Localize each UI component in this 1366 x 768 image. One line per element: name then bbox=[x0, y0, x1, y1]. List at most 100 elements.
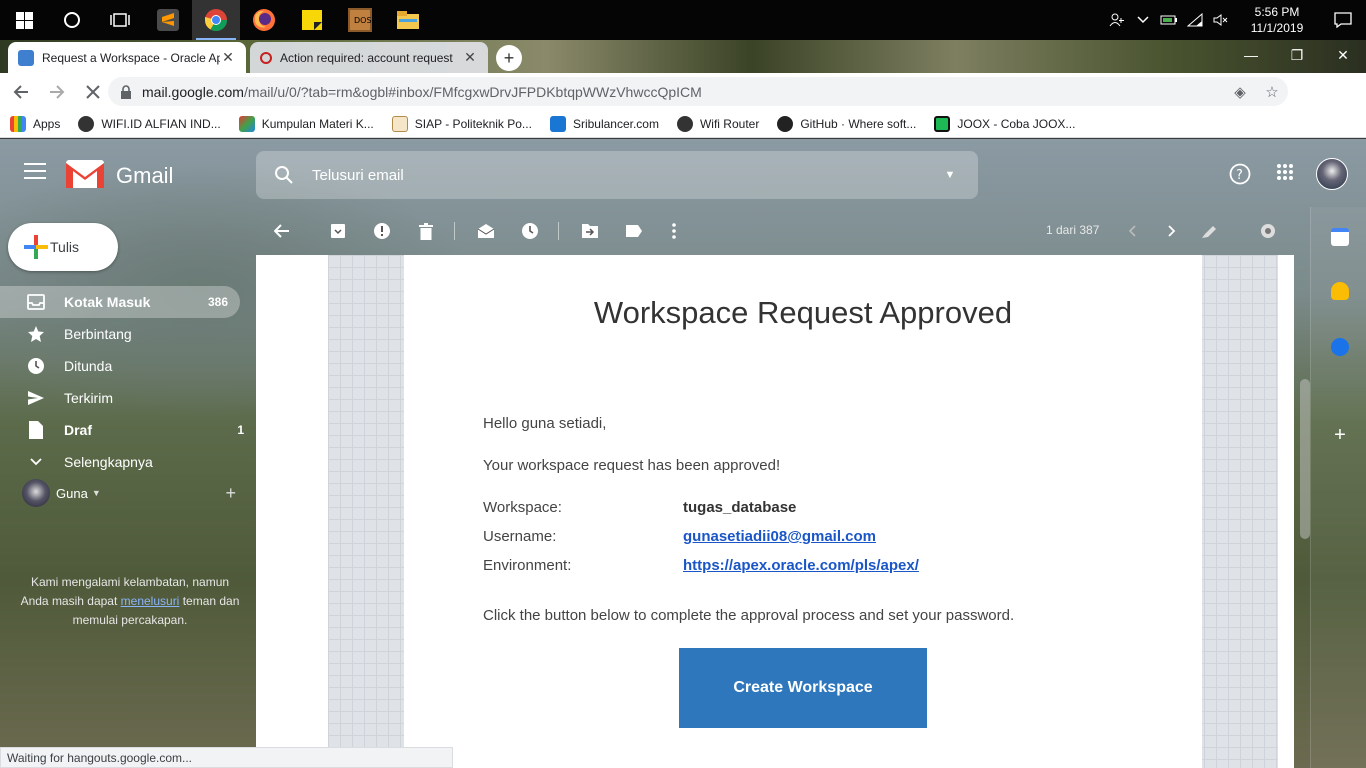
tab-oracle-request[interactable]: Request a Workspace - Oracle Ap ✕ bbox=[8, 42, 246, 73]
nav-starred[interactable]: Berbintang bbox=[0, 318, 256, 350]
windows-start-icon[interactable] bbox=[0, 0, 48, 40]
message-pager: 1 dari 387 bbox=[1046, 223, 1100, 237]
email-instruction: Click the button below to complete the a… bbox=[483, 607, 1015, 624]
clock-time: 5:56 PM bbox=[1254, 5, 1300, 19]
hangouts-user-row[interactable]: Guna ▼ + bbox=[22, 479, 252, 507]
username-email-link[interactable]: gunasetiadii08@gmail.com bbox=[683, 528, 876, 545]
minimize-icon[interactable]: — bbox=[1228, 40, 1274, 70]
hangouts-browse-link[interactable]: menelusuri bbox=[121, 594, 180, 608]
bookmark-sribulancer[interactable]: Sribulancer.com bbox=[549, 115, 659, 132]
label-tag-icon[interactable] bbox=[624, 221, 644, 241]
dosbox-icon[interactable]: DOS bbox=[336, 0, 384, 40]
bookmark-label: Wifi Router bbox=[699, 116, 760, 131]
wifi-icon[interactable] bbox=[1182, 0, 1208, 40]
bookmark-label: WIFI.ID ALFIAN IND... bbox=[101, 116, 221, 131]
bookmark-github[interactable]: GitHub · Where soft... bbox=[777, 115, 916, 132]
new-chat-plus-icon[interactable]: + bbox=[225, 483, 236, 504]
bookmark-label: SIAP - Politeknik Po... bbox=[414, 116, 532, 131]
new-tab-button[interactable]: + bbox=[496, 45, 522, 71]
archive-icon[interactable] bbox=[328, 221, 348, 241]
tasks-icon[interactable] bbox=[1331, 338, 1349, 356]
close-tab-icon[interactable]: ✕ bbox=[462, 49, 478, 66]
mail-nav: Kotak Masuk 386 Berbintang Ditunda Terki… bbox=[0, 286, 256, 478]
oracle-apex-favicon-icon bbox=[18, 49, 34, 66]
report-spam-icon[interactable] bbox=[372, 221, 392, 241]
restore-icon[interactable]: ❐ bbox=[1274, 40, 1320, 70]
calendar-icon[interactable] bbox=[1331, 228, 1349, 246]
nav-sent[interactable]: Terkirim bbox=[0, 382, 256, 414]
hangouts-caret-icon[interactable]: ▼ bbox=[92, 488, 101, 498]
people-icon[interactable] bbox=[1104, 0, 1130, 40]
account-avatar[interactable] bbox=[1316, 158, 1348, 190]
search-options-caret-icon[interactable]: ▼ bbox=[922, 169, 978, 181]
bookmark-star-icon[interactable]: ☆ bbox=[1256, 83, 1288, 101]
stop-loading-icon[interactable] bbox=[78, 77, 108, 107]
compose-button[interactable]: Tulis bbox=[8, 223, 118, 271]
username-row: Username: gunasetiadii08@gmail.com bbox=[483, 528, 876, 545]
chrome-icon[interactable] bbox=[192, 0, 240, 40]
system-clock[interactable]: 5:56 PM 11/1/2019 bbox=[1234, 4, 1320, 36]
username-label: Username: bbox=[483, 528, 557, 545]
forward-arrow-icon[interactable] bbox=[42, 77, 72, 107]
browser-status-bar: Waiting for hangouts.google.com... bbox=[0, 747, 453, 768]
action-center-icon[interactable] bbox=[1320, 0, 1366, 40]
help-icon[interactable]: ? bbox=[1229, 163, 1251, 188]
nav-more[interactable]: Selengkapnya bbox=[0, 446, 256, 478]
apps-grid-icon bbox=[10, 115, 26, 132]
close-window-icon[interactable]: ✕ bbox=[1320, 40, 1366, 70]
move-to-icon[interactable] bbox=[580, 221, 600, 241]
google-apps-icon[interactable] bbox=[1276, 163, 1294, 184]
bookmark-siap[interactable]: SIAP - Politeknik Po... bbox=[391, 115, 532, 132]
sublime-text-icon[interactable] bbox=[144, 0, 192, 40]
battery-icon[interactable] bbox=[1156, 0, 1182, 40]
get-addons-plus-icon[interactable]: + bbox=[1331, 425, 1349, 445]
older-chevron-right-icon[interactable] bbox=[1162, 221, 1182, 241]
snooze-clock-icon[interactable] bbox=[520, 221, 540, 241]
nav-drafts[interactable]: Draf 1 bbox=[0, 414, 256, 446]
address-bar[interactable]: mail.google.com/mail/u/0/?tab=rm&ogbl#in… bbox=[108, 77, 1288, 106]
main-menu-icon[interactable] bbox=[24, 163, 46, 184]
bookmark-wifi-id[interactable]: WIFI.ID ALFIAN IND... bbox=[78, 115, 221, 132]
mail-search-bar[interactable]: Telusuri email ▼ bbox=[256, 151, 978, 199]
firefox-icon[interactable] bbox=[240, 0, 288, 40]
task-view-icon[interactable] bbox=[96, 0, 144, 40]
delete-trash-icon[interactable] bbox=[416, 221, 436, 241]
cortana-search-icon[interactable] bbox=[48, 0, 96, 40]
file-explorer-icon[interactable] bbox=[384, 0, 432, 40]
back-arrow-icon[interactable] bbox=[6, 77, 36, 107]
search-input[interactable]: Telusuri email bbox=[312, 167, 922, 184]
back-to-inbox-icon[interactable] bbox=[272, 221, 292, 241]
bookmark-label: Kumpulan Materi K... bbox=[261, 116, 374, 131]
draft-file-icon bbox=[26, 421, 46, 439]
more-options-icon[interactable] bbox=[664, 221, 684, 241]
extension-diamond-icon[interactable]: ◈ bbox=[1224, 83, 1256, 101]
tab-gmail-action-required[interactable]: Action required: account request ✕ bbox=[250, 42, 488, 73]
sticky-notes-icon[interactable] bbox=[288, 0, 336, 40]
bookmark-joox[interactable]: JOOX - Coba JOOX... bbox=[934, 115, 1075, 132]
environment-url-link[interactable]: https://apex.oracle.com/pls/apex/ bbox=[683, 557, 919, 574]
nav-inbox[interactable]: Kotak Masuk 386 bbox=[0, 286, 240, 318]
nav-label: Berbintang bbox=[64, 326, 132, 342]
nav-label: Ditunda bbox=[64, 358, 113, 374]
message-toolbar: 1 dari 387 bbox=[256, 214, 1310, 248]
search-icon[interactable] bbox=[256, 165, 312, 185]
volume-muted-icon[interactable] bbox=[1208, 0, 1234, 40]
settings-gear-icon[interactable] bbox=[1258, 221, 1278, 241]
input-tools-pen-icon[interactable] bbox=[1200, 221, 1220, 241]
create-workspace-button[interactable]: Create Workspace bbox=[679, 648, 927, 728]
star-icon bbox=[26, 325, 46, 343]
address-url: mail.google.com/mail/u/0/?tab=rm&ogbl#in… bbox=[142, 84, 702, 100]
chevron-up-icon[interactable] bbox=[1130, 0, 1156, 40]
siap-favicon-icon bbox=[391, 115, 408, 132]
mark-unread-icon[interactable] bbox=[476, 221, 496, 241]
browser-toolbar: mail.google.com/mail/u/0/?tab=rm&ogbl#in… bbox=[0, 73, 1366, 175]
close-tab-icon[interactable]: ✕ bbox=[220, 49, 236, 66]
gmail-app: Gmail Telusuri email ▼ ? Tulis Kotak Mas… bbox=[0, 139, 1366, 768]
nav-snoozed[interactable]: Ditunda bbox=[0, 350, 256, 382]
bookmark-kumpulan-materi[interactable]: Kumpulan Materi K... bbox=[238, 115, 374, 132]
keep-icon[interactable] bbox=[1331, 282, 1349, 300]
newer-chevron-left-icon[interactable] bbox=[1122, 221, 1142, 241]
bookmark-apps[interactable]: Apps bbox=[10, 115, 60, 132]
message-scrollbar[interactable] bbox=[1300, 379, 1310, 539]
bookmark-wifi-router[interactable]: Wifi Router bbox=[676, 115, 760, 132]
